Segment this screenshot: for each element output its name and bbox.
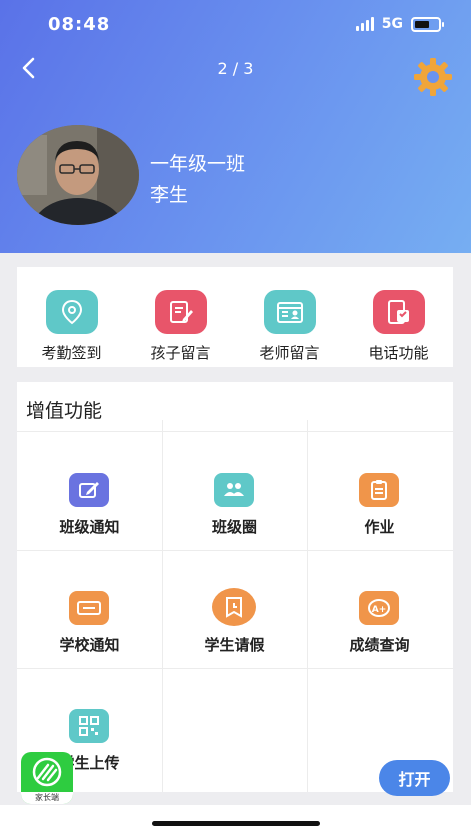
quick-action-label: 老师留言 <box>259 344 320 362</box>
open-button[interactable]: 打开 <box>379 760 450 796</box>
student-leave-icon <box>212 588 256 626</box>
grade-query-icon: A+ <box>359 591 399 625</box>
edit-note-icon <box>155 290 207 334</box>
quick-action-child-message[interactable]: 孩子留言 <box>126 267 235 367</box>
school-notice-icon <box>69 591 109 625</box>
function-label: 学校通知 <box>59 636 120 654</box>
class-name: 一年级一班 <box>150 153 246 175</box>
status-bar: 08:48 5G <box>0 0 471 50</box>
quick-action-label: 孩子留言 <box>150 344 211 362</box>
phone-card-icon <box>373 290 425 334</box>
student-name: 李生 <box>150 184 189 206</box>
grade-query-button[interactable]: A+ 成绩查询 <box>307 550 452 668</box>
avatar[interactable] <box>17 125 139 225</box>
function-label: 成绩查询 <box>349 636 410 654</box>
class-circle-icon <box>214 473 254 507</box>
homework-button[interactable]: 作业 <box>307 432 452 550</box>
function-label: 班级圈 <box>211 518 257 536</box>
section-title: 增值功能 <box>26 400 103 422</box>
student-photo <box>17 125 139 225</box>
home-indicator[interactable] <box>152 821 320 826</box>
class-notice-icon <box>69 473 109 507</box>
quick-action-phone[interactable]: 电话功能 <box>344 267 453 367</box>
page-indicator: 2 / 3 <box>217 59 254 78</box>
school-notice-button[interactable]: 学校通知 <box>17 550 162 668</box>
function-label: 作业 <box>364 518 395 536</box>
qr-upload-icon <box>69 709 109 743</box>
gear-icon <box>414 58 452 96</box>
function-label: 学生请假 <box>204 636 265 654</box>
header: 08:48 5G 2 / 3 一年级一班 李生 <box>0 0 471 253</box>
student-leave-button[interactable]: 学生请假 <box>162 550 307 668</box>
function-label: 班级通知 <box>59 518 120 536</box>
value-added-card: 增值功能 班级通知 班级圈 作业 学校通知 学生请假 A+ 成绩查询 学生上传 <box>17 382 453 792</box>
app-logo-icon <box>32 757 62 787</box>
location-pin-icon <box>46 290 98 334</box>
quick-action-label: 考勤签到 <box>41 344 102 362</box>
network-type: 5G <box>381 16 403 32</box>
status-indicators: 5G <box>355 16 444 32</box>
quick-action-label: 电话功能 <box>368 344 429 362</box>
bottom-bar <box>0 805 471 837</box>
settings-button[interactable] <box>412 56 454 98</box>
calendar-contact-icon <box>264 290 316 334</box>
class-circle-button[interactable]: 班级圈 <box>162 432 307 550</box>
battery-icon <box>411 16 444 32</box>
quick-action-teacher-message[interactable]: 老师留言 <box>235 267 344 367</box>
class-notice-button[interactable]: 班级通知 <box>17 432 162 550</box>
signal-icon <box>355 17 374 31</box>
quick-actions-card: 考勤签到 孩子留言 老师留言 电话功能 <box>17 267 453 367</box>
quick-action-attendance[interactable]: 考勤签到 <box>17 267 126 367</box>
app-name: 家长端 <box>21 792 73 804</box>
app-badge[interactable]: 家长端 <box>21 752 73 804</box>
svg-text:A+: A+ <box>372 605 387 615</box>
homework-icon <box>359 473 399 507</box>
status-time: 08:48 <box>48 14 111 35</box>
